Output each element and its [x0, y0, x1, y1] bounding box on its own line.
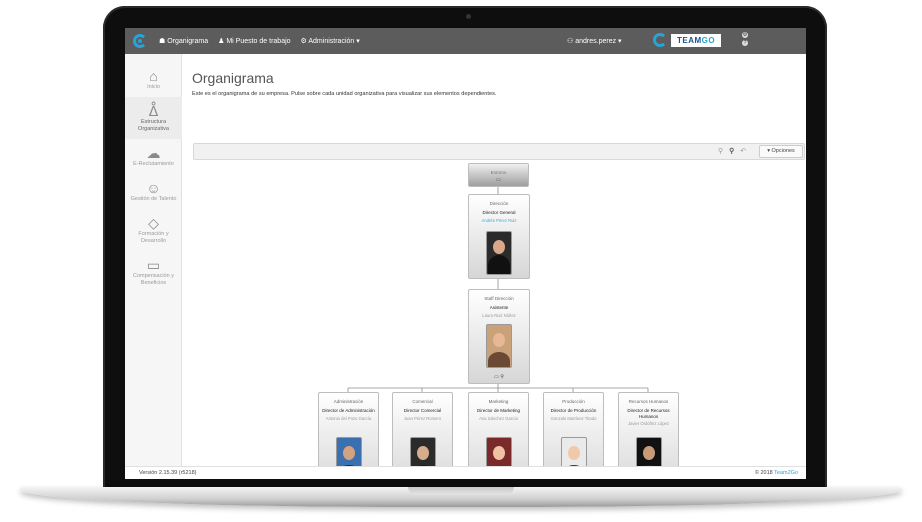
camera-dot [466, 14, 471, 19]
copyright-text: © 2018 Team2Go [754, 470, 798, 476]
sidebar-item-compensacion[interactable]: ▭ Compensación y Beneficios [125, 251, 182, 293]
avatar [486, 231, 512, 275]
org-node-root[interactable]: Entorno ▭ [468, 163, 529, 187]
sidebar-item-reclutamiento[interactable]: ☁ E-Reclutamiento [125, 139, 182, 174]
top-icons: ⚙ ? [742, 32, 748, 46]
top-nav: ☗ Organigrama ♟ Mi Puesto de trabajo ⚙ A… [159, 37, 360, 45]
brand-text: TEAMGO [671, 33, 722, 47]
sidebar-item-talento[interactable]: ☺ Gestión de Talento [125, 174, 182, 209]
recruitment-icon: ☁ [146, 145, 161, 161]
settings-icon[interactable]: ⚙ [742, 32, 748, 38]
version-text: Versión 2.15.39 (r5218) [139, 470, 197, 476]
footer: Versión 2.15.39 (r5218) © 2018 Team2Go [125, 466, 806, 479]
talent-icon: ☺ [146, 180, 161, 196]
nav-mi-puesto[interactable]: ♟ Mi Puesto de trabajo [218, 37, 290, 45]
org-node-director[interactable]: Dirección Director General Andrés Pérez … [468, 194, 530, 279]
node-actions-icon[interactable]: ▭ ⚲ [494, 374, 504, 380]
main-content: Organigrama Este es el organigrama de su… [182, 54, 806, 479]
top-bar: ☗ Organigrama ♟ Mi Puesto de trabajo ⚙ A… [125, 28, 806, 54]
nav-administracion[interactable]: ⚙ Administración ▾ [301, 37, 360, 45]
app-logo[interactable] [133, 34, 147, 48]
help-icon[interactable]: ? [742, 40, 748, 46]
sidebar-item-formacion[interactable]: ◇ Formación y Desarrollo [125, 209, 182, 251]
laptop-frame: ☗ Organigrama ♟ Mi Puesto de trabajo ⚙ A… [0, 0, 922, 522]
sidebar-item-inicio[interactable]: ⌂ Inicio [125, 54, 182, 97]
expand-icon[interactable]: ▭ [496, 177, 501, 183]
org-structure-icon: ᐂ [148, 103, 159, 119]
compensation-icon: ▭ [146, 257, 161, 273]
brand-logo-icon [653, 33, 667, 47]
sidebar-item-estructura[interactable]: ᐂ Estructura Organizativa [125, 97, 182, 139]
training-icon: ◇ [148, 215, 159, 231]
laptop-notch [408, 487, 514, 495]
team2go-link[interactable]: Team2Go [774, 470, 798, 476]
org-node-assistant[interactable]: Staff Dirección Asistente Laura Ruiz Núñ… [468, 289, 530, 384]
sidebar: ⌂ Inicio ᐂ Estructura Organizativa ☁ E-R… [125, 54, 182, 466]
team2go-brand: TEAMGO [653, 33, 722, 47]
nav-organigrama[interactable]: ☗ Organigrama [159, 37, 208, 45]
app-screen: ☗ Organigrama ♟ Mi Puesto de trabajo ⚙ A… [125, 28, 806, 479]
home-icon: ⌂ [149, 68, 158, 84]
user-menu[interactable]: ⚇ andres.perez ▾ [567, 37, 622, 45]
avatar [486, 324, 512, 368]
